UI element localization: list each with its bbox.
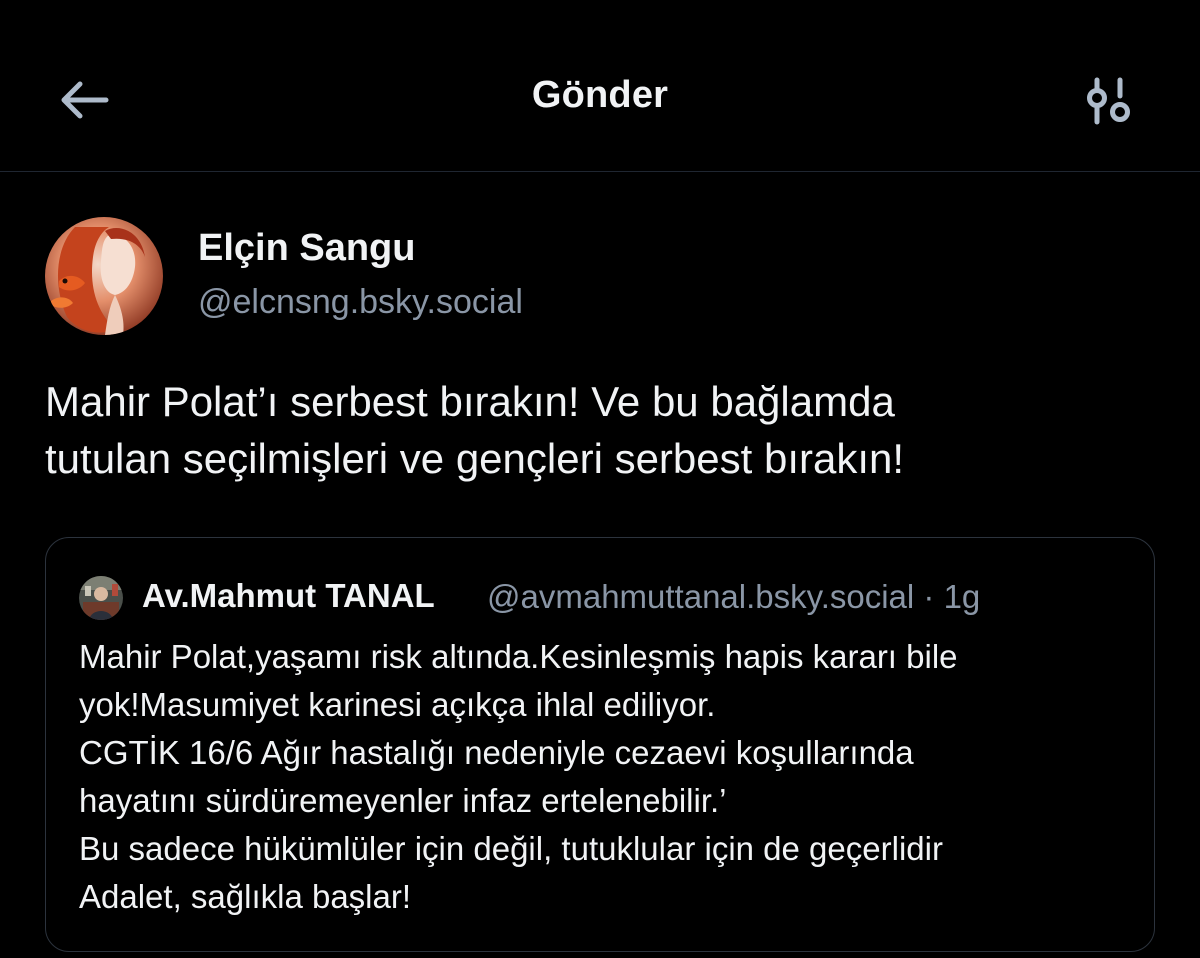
author-handle[interactable]: @elcnsng.bsky.social [198, 283, 523, 322]
quoted-text-line: hayatını sürdüremeyenler infaz erteleneb… [79, 782, 727, 819]
quoted-author-display-name[interactable]: Av.Mahmut TANAL [142, 577, 435, 615]
quoted-author-meta: @avmahmuttanal.bsky.social · 1g [487, 578, 980, 616]
quoted-text-line: yok!Masumiyet karinesi açıkça ihlal edil… [79, 686, 716, 723]
post-text-line: Mahir Polat’ı serbest bırakın! Ve bu bağ… [45, 378, 895, 425]
post-text-line: tutulan seçilmişleri ve gençleri serbest… [45, 435, 905, 482]
quoted-text-line: Bu sadece hükümlüler için değil, tutuklu… [79, 830, 943, 867]
page-title: Gönder [531, 74, 669, 116]
thread-settings-button[interactable] [1070, 68, 1148, 134]
quoted-text-line: Adalet, sağlıkla başlar! [79, 878, 412, 915]
avatar[interactable] [45, 217, 163, 335]
post-author[interactable]: Elçin Sangu @elcnsng.bsky.social [45, 217, 945, 337]
post-time[interactable]: 1g [944, 578, 981, 615]
post-text: Mahir Polat’ı serbest bırakın! Ve bu bağ… [45, 373, 1155, 487]
author-display-name[interactable]: Elçin Sangu [198, 227, 415, 270]
quoted-author-avatar[interactable] [79, 576, 123, 620]
quoted-text-line: Mahir Polat,yaşamı risk altında.Kesinleş… [79, 638, 958, 675]
meta-separator: · [923, 578, 935, 615]
quoted-post-header: Av.Mahmut TANAL @avmahmuttanal.bsky.soci… [79, 576, 1139, 620]
quoted-post[interactable]: Av.Mahmut TANAL @avmahmuttanal.bsky.soci… [45, 537, 1155, 952]
sliders-icon [1087, 77, 1130, 125]
quoted-author-handle[interactable]: @avmahmuttanal.bsky.social [487, 578, 914, 615]
quoted-post-text: Mahir Polat,yaşamı risk altında.Kesinleş… [79, 633, 1139, 921]
quoted-text-line: CGTİK 16/6 Ağır hastalığı nedeniyle ceza… [79, 734, 914, 771]
top-bar: Gönder [0, 0, 1200, 172]
